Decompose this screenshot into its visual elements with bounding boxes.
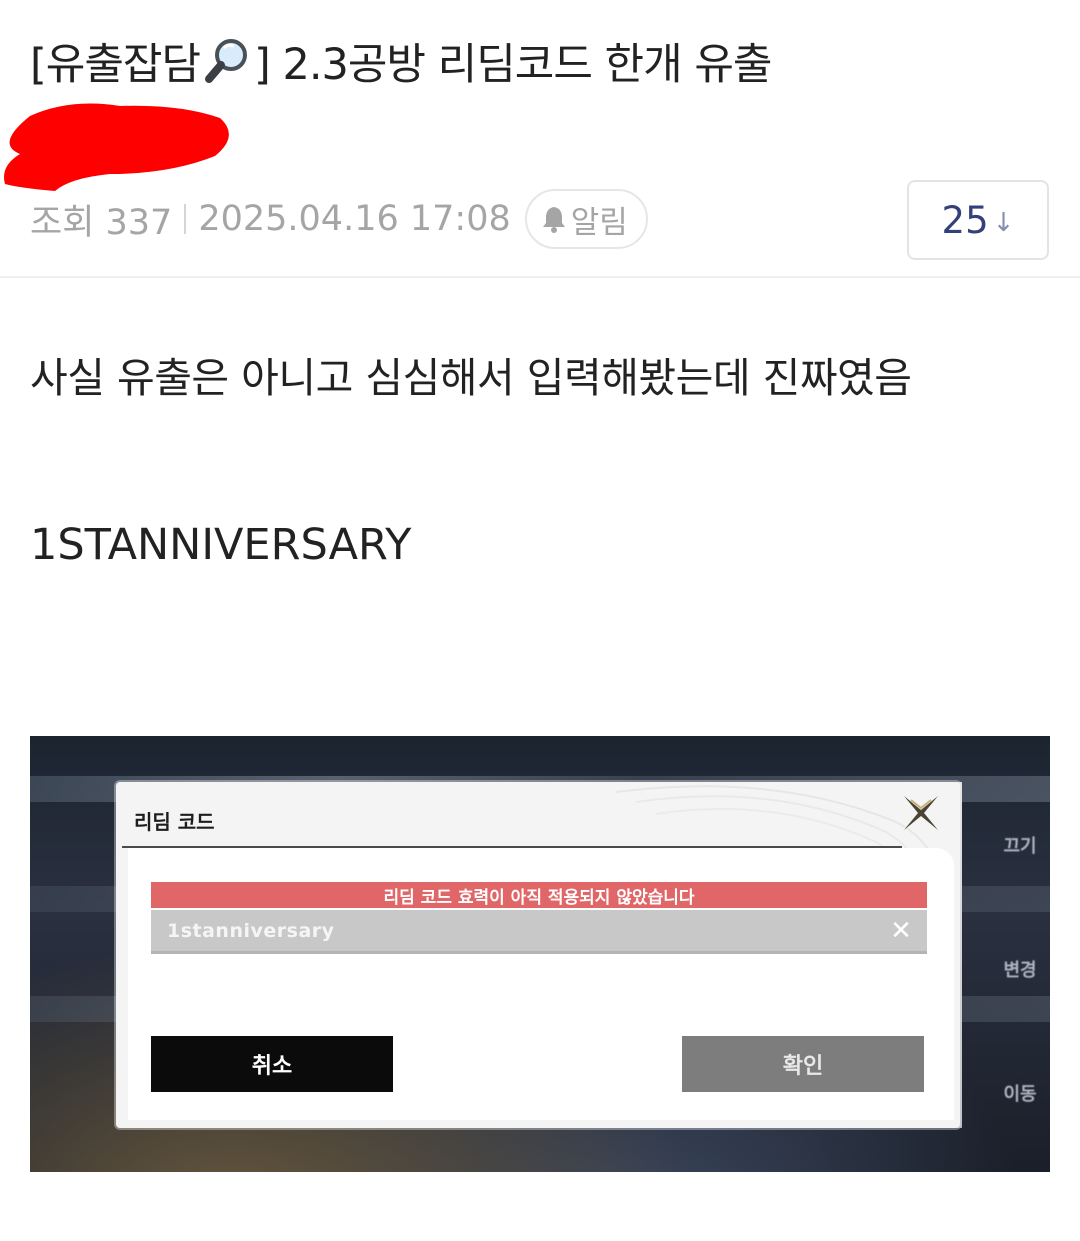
post-page: [유출잡담 ] 2.3공방 리딤코드 한개 유출 조회 337 2025.04.… xyxy=(0,0,1080,1241)
alarm-button[interactable]: 알림 xyxy=(524,189,648,249)
close-icon[interactable] xyxy=(900,792,942,834)
meta-divider xyxy=(184,204,187,234)
comment-count-button[interactable]: 25 ↓ xyxy=(907,180,1049,260)
attached-screenshot[interactable]: 끄기 변경 이동 리딤 코드 리딤 코드 효력이 아직 적용되지 않았습니다 1… xyxy=(30,736,1050,1172)
redeem-code-input[interactable]: 1stanniversary xyxy=(151,910,927,954)
arrow-down-icon: ↓ xyxy=(992,208,1015,238)
side-label: 변경 xyxy=(1003,960,1037,981)
post-title: [유출잡담 ] 2.3공방 리딤코드 한개 유출 xyxy=(30,30,772,92)
confirm-button[interactable]: 확인 xyxy=(682,1036,924,1092)
cancel-button[interactable]: 취소 xyxy=(151,1036,393,1092)
side-label: 끄기 xyxy=(1003,836,1037,857)
author-redaction xyxy=(4,103,229,191)
post-title-suffix: ] 2.3공방 리딤코드 한개 유출 xyxy=(254,40,772,90)
redeem-dialog: 리딤 코드 리딤 코드 효력이 아직 적용되지 않았습니다 1stanniver… xyxy=(116,782,960,1128)
magnifier-icon xyxy=(202,35,252,87)
error-banner: 리딤 코드 효력이 아직 적용되지 않았습니다 xyxy=(151,882,927,908)
bell-icon xyxy=(541,205,567,233)
comment-count: 25 xyxy=(941,198,989,242)
post-datetime: 2025.04.16 17:08 xyxy=(198,199,511,239)
dialog-title: 리딤 코드 xyxy=(134,810,215,834)
clear-icon[interactable]: ✕ xyxy=(886,916,916,946)
post-body-text: 사실 유출은 아니고 심심해서 입력해봤는데 진짜였음 xyxy=(30,354,912,402)
post-title-prefix: [유출잡담 xyxy=(30,40,201,90)
header-divider xyxy=(0,276,1080,278)
redeem-code-text: 1STANNIVERSARY xyxy=(30,520,412,570)
post-meta: 조회 337 2025.04.16 17:08 알림 xyxy=(30,188,648,250)
view-count: 조회 337 xyxy=(30,202,173,243)
alarm-label: 알림 xyxy=(570,204,628,241)
side-label: 이동 xyxy=(1003,1084,1037,1105)
